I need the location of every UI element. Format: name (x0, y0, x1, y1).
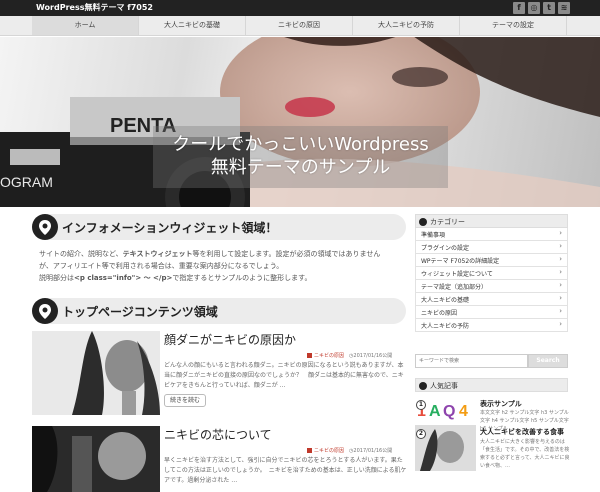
chevron-right-icon: › (559, 307, 562, 315)
read-more-button[interactable]: 続きを読む (164, 394, 206, 407)
category-item[interactable]: プラグインの設定 › (415, 241, 568, 254)
categories-heading: カテゴリー (415, 214, 568, 228)
chevron-right-icon: › (559, 229, 562, 237)
info-text-2: が、アフィリエイト等で利用される場合は、重要な案内部分になるでしょう。 (39, 262, 284, 270)
post-thumbnail[interactable] (32, 331, 160, 415)
category-item[interactable]: 大人ニキビの予防 › (415, 319, 568, 332)
popular-post-title[interactable]: 大人ニキビを改善する食事 (480, 427, 564, 437)
popular-post-excerpt: 大人ニキビに大きく影響を与えるのは「食生活」です。その中で、改善法を検索すると必… (480, 439, 570, 469)
post-excerpt: 早くニキビを治す方法として、強引に自分でニキビの芯をとろうとする人がいます。果た… (164, 457, 407, 484)
category-item[interactable]: WPテーマ F7052の詳細設定 › (415, 254, 568, 267)
chevron-right-icon: › (559, 242, 562, 250)
category-item[interactable]: ニキビの原因 › (415, 306, 568, 319)
rank-badge: 2 (416, 429, 426, 439)
nav-item-basics[interactable]: 大人ニキビの基礎 (139, 16, 246, 35)
info-text-3a: 説明部分は (39, 274, 74, 282)
folder-icon (307, 353, 312, 358)
top-content-title: トップページコンテンツ領域 (62, 305, 218, 319)
twitter-icon[interactable]: t (543, 2, 555, 14)
post-meta: ニキビの原因 ◷2017/01/16公開 (307, 447, 392, 454)
hero-title-line1: クールでかっこいいWordpress (172, 134, 429, 155)
info-text-bold: テキストウィジェット (122, 250, 193, 258)
post-category[interactable]: ニキビの原因 (314, 353, 344, 359)
category-label: プラグインの設定 (421, 245, 470, 252)
info-heading: インフォメーションウィジェット領域！ (32, 214, 406, 240)
post-title[interactable]: 顔ダニがニキビの原因か (164, 331, 296, 348)
category-label: ウィジェット設定について (421, 271, 493, 278)
category-item[interactable]: ウィジェット設定について › (415, 267, 568, 280)
map-pin-icon (32, 214, 58, 240)
pin-icon (419, 382, 427, 390)
hero-title-line2: 無料テーマのサンプル (210, 157, 391, 178)
post-date: 2017/01/16公開 (353, 353, 393, 359)
category-label: テーマ設定（追加部分） (421, 284, 488, 291)
popular-title: 人気記事 (430, 382, 458, 390)
post-excerpt: どんな人の顔にもいると言われる顔ダニ。ニキビの原因になるという説もありますが、本… (164, 362, 404, 389)
facebook-icon[interactable]: f (513, 2, 525, 14)
post-category[interactable]: ニキビの原因 (314, 448, 344, 454)
nav-item-home[interactable]: ホーム (32, 16, 139, 35)
search-button[interactable]: Search (528, 354, 568, 368)
map-pin-icon (32, 298, 58, 324)
nav-item-theme-settings[interactable]: テーマの設定 (460, 16, 567, 35)
top-content-heading: トップページコンテンツ領域 (32, 298, 406, 324)
nav-item-prevention[interactable]: 大人ニキビの予防 (353, 16, 460, 35)
instagram-icon[interactable]: ◎ (528, 2, 540, 14)
hero-caption: クールでかっこいいWordpress 無料テーマのサンプル (153, 126, 448, 188)
chevron-right-icon: › (559, 255, 562, 263)
category-label: ニキビの原因 (421, 310, 458, 317)
chevron-right-icon: › (559, 268, 562, 276)
svg-text:4: 4 (459, 403, 468, 420)
info-text: サイトの紹介、説明など、テキストウィジェット等を利用して設定します。設定が必須の… (39, 248, 409, 284)
pin-icon (419, 218, 427, 226)
search-input[interactable] (415, 354, 528, 368)
folder-icon (307, 448, 312, 453)
global-nav: ホーム 大人ニキビの基礎 ニキビの原因 大人ニキビの予防 テーマの設定 (0, 16, 600, 36)
info-title: インフォメーションウィジェット領域！ (62, 221, 278, 235)
category-label: WPテーマ F7052の詳細設定 (421, 258, 500, 265)
chevron-right-icon: › (559, 320, 562, 328)
site-title[interactable]: WordPress無料テーマ f7052 (36, 2, 153, 13)
nav-item-causes[interactable]: ニキビの原因 (246, 16, 353, 35)
post-title[interactable]: ニキビの芯について (164, 426, 272, 443)
category-label: 大人ニキビの基礎 (421, 297, 470, 304)
info-text-1a: サイトの紹介、説明など、 (39, 250, 123, 258)
category-item[interactable]: 大人ニキビの基礎 › (415, 293, 568, 306)
info-text-1b: 等を利用して設定します。設定が必須の領域ではありません (192, 250, 381, 258)
rank-badge: 1 (416, 400, 426, 410)
post-thumbnail[interactable] (32, 426, 160, 492)
svg-text:OGRAM: OGRAM (0, 174, 53, 190)
chevron-right-icon: › (559, 281, 562, 289)
svg-text:Q: Q (443, 403, 455, 420)
category-label: 準備事項 (421, 232, 446, 239)
categories-title: カテゴリー (430, 218, 465, 226)
post-date: 2017/01/16公開 (353, 448, 393, 454)
hero-banner: PENTA OGRAM クールでかっこいいWordpress 無料テーマのサンプ… (0, 37, 600, 207)
rss-icon[interactable]: ≋ (558, 2, 570, 14)
popular-post-title[interactable]: 表示サンプル (480, 399, 522, 409)
category-item[interactable]: テーマ設定（追加部分） › (415, 280, 568, 293)
info-text-3b: で指定するとサンプルのように整形します。 (172, 274, 312, 282)
category-label: 大人ニキビの予防 (421, 323, 470, 330)
chevron-right-icon: › (559, 294, 562, 302)
svg-text:A: A (429, 403, 441, 420)
category-item[interactable]: 準備事項 › (415, 228, 568, 241)
popular-heading: 人気記事 (415, 378, 568, 392)
post-meta: ニキビの原因 ◷2017/01/16公開 (307, 352, 392, 359)
info-text-code: <p class="info"> 〜 </p> (74, 274, 173, 282)
